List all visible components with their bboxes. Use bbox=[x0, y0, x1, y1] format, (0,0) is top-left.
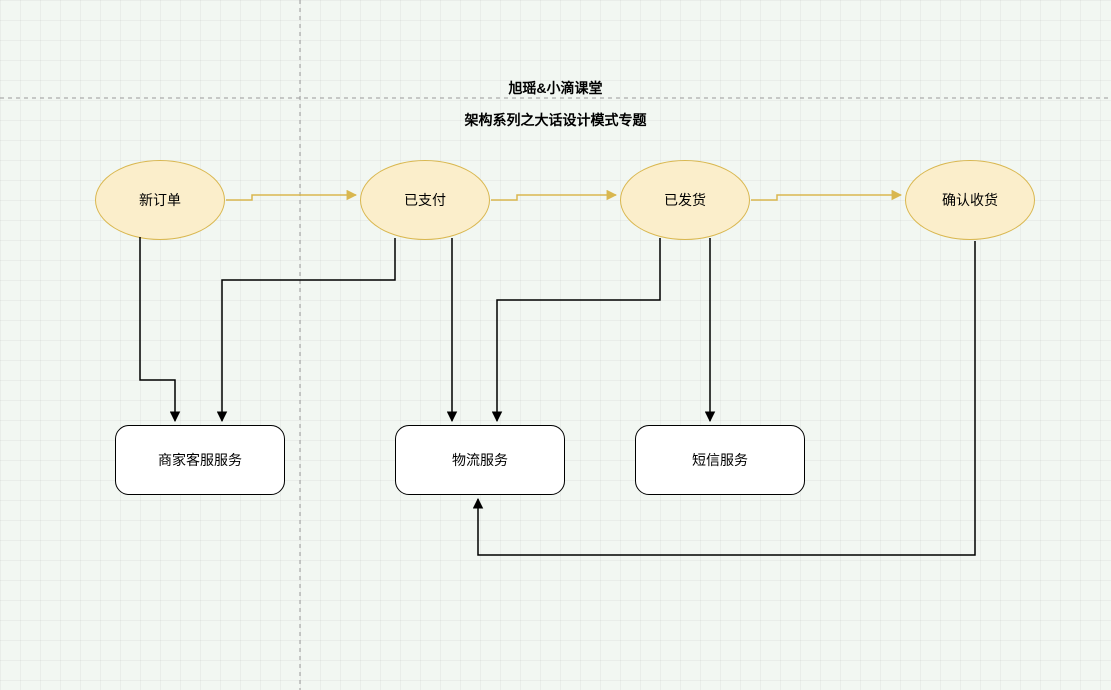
service-label: 商家客服服务 bbox=[158, 450, 242, 470]
state-label: 已发货 bbox=[664, 190, 706, 210]
state-label: 已支付 bbox=[404, 190, 446, 210]
state-paid[interactable]: 已支付 bbox=[360, 160, 490, 240]
diagram-title: 旭瑶&小滴课堂 bbox=[0, 78, 1111, 98]
diagram-subtitle: 架构系列之大话设计模式专题 bbox=[0, 110, 1111, 130]
diagram-canvas[interactable]: 旭瑶&小滴课堂 架构系列之大话设计模式专题 新订单 已支付 已发货 确认收货 商… bbox=[0, 0, 1111, 690]
arrow-paid-to-cs bbox=[222, 238, 395, 421]
service-label: 物流服务 bbox=[452, 450, 508, 470]
service-logistics[interactable]: 物流服务 bbox=[395, 425, 565, 495]
arrow-shipped-to-logistics bbox=[497, 238, 660, 421]
arrow-confirmed-to-logistics bbox=[478, 241, 975, 555]
arrows-layer bbox=[0, 0, 1111, 690]
state-shipped[interactable]: 已发货 bbox=[620, 160, 750, 240]
arrow-new-to-cs bbox=[140, 237, 175, 421]
state-new-order[interactable]: 新订单 bbox=[95, 160, 225, 240]
page-guides bbox=[0, 0, 1111, 690]
service-label: 短信服务 bbox=[692, 450, 748, 470]
arrow-shipped-to-confirmed bbox=[751, 195, 901, 200]
state-confirmed[interactable]: 确认收货 bbox=[905, 160, 1035, 240]
state-label: 新订单 bbox=[139, 190, 181, 210]
arrow-paid-to-shipped bbox=[491, 195, 616, 200]
service-merchant-cs[interactable]: 商家客服服务 bbox=[115, 425, 285, 495]
state-label: 确认收货 bbox=[942, 190, 998, 210]
arrow-new-to-paid bbox=[226, 195, 356, 200]
service-sms[interactable]: 短信服务 bbox=[635, 425, 805, 495]
